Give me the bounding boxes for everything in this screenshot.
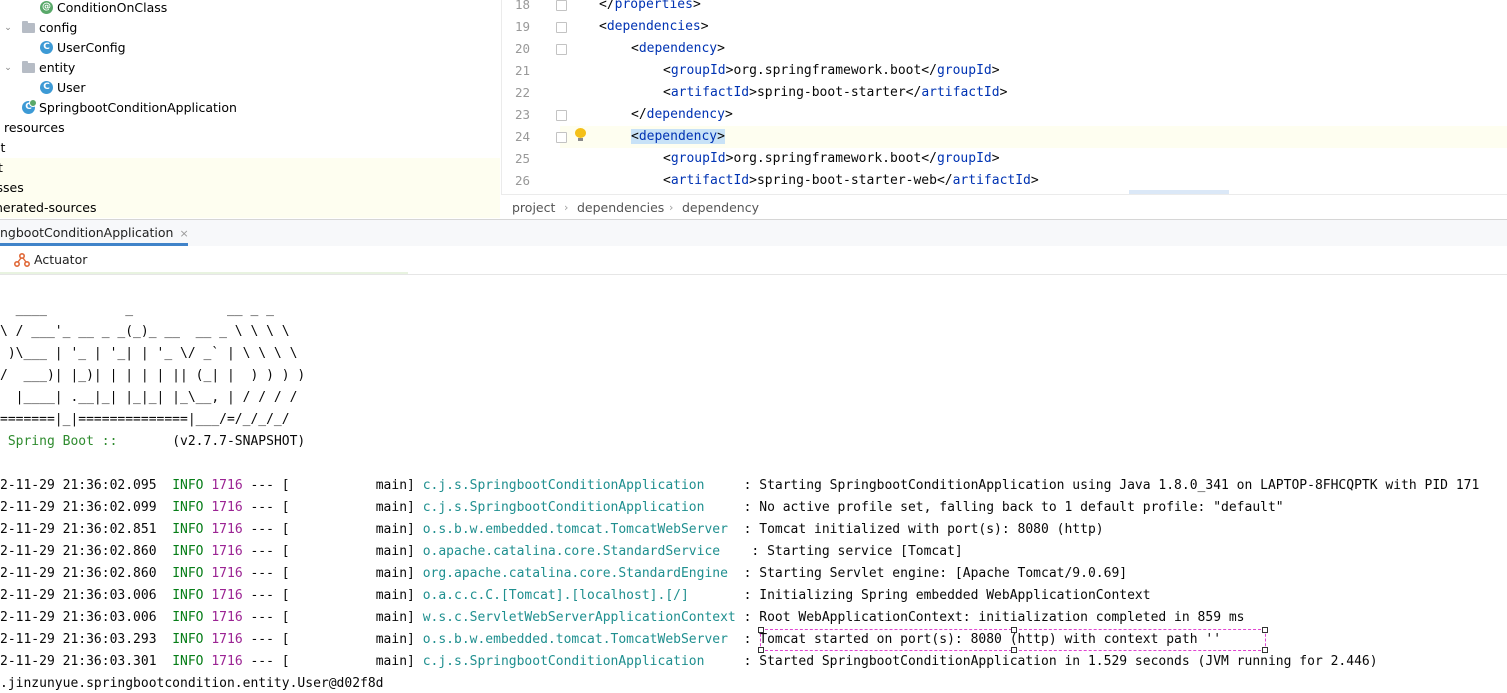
resize-handle[interactable] — [1011, 627, 1017, 633]
tree-item-user[interactable]: C User — [0, 78, 500, 98]
run-tab-label: ngbootConditionApplication — [0, 225, 174, 240]
chevron-down-icon[interactable]: ⌄ — [3, 18, 13, 38]
tree-item-label: t — [0, 160, 3, 175]
line-number: 23 — [514, 107, 530, 122]
breadcrumb: project › dependencies › dependency — [501, 194, 1507, 220]
run-tab-bar: ngbootConditionApplication × — [0, 219, 1507, 246]
selection-box[interactable] — [758, 627, 1268, 653]
code-line: </dependency> — [631, 107, 733, 122]
breadcrumb-item[interactable]: project — [512, 195, 555, 220]
log-line: 2-11-29 21:36:02.095 INFO 1716 --- [ mai… — [0, 478, 1480, 493]
folder-icon — [22, 61, 35, 73]
log-line: 2-11-29 21:36:03.006 INFO 1716 --- [ mai… — [0, 610, 1245, 625]
tree-item-test[interactable]: st — [0, 138, 500, 158]
project-tree: @ ConditionOnClass ⌄ config C UserConfig… — [0, 0, 500, 219]
tree-item-classes[interactable]: isses — [0, 178, 500, 198]
banner-line: |____| .__|_| |_|_| |_\__, | / / / / — [0, 390, 298, 405]
breadcrumb-item[interactable]: dependency — [682, 195, 759, 220]
banner-line: )\___ | '_ | '_| | '_ \/ _` | \ \ \ \ — [0, 346, 298, 361]
line-number: 22 — [514, 85, 530, 100]
tree-item-target[interactable]: t — [0, 158, 500, 178]
spring-app-icon: C — [22, 99, 37, 114]
resize-handle[interactable] — [1262, 627, 1268, 633]
tree-item-label: SpringbootConditionApplication — [39, 100, 237, 115]
resize-handle[interactable] — [1262, 647, 1268, 653]
tree-item-label: config — [39, 20, 78, 35]
code-line: <dependency> — [631, 41, 725, 56]
output-line: .jinzunyue.springbootcondition.entity.Us… — [0, 676, 384, 691]
tree-item-label: User — [57, 80, 86, 95]
resize-handle[interactable] — [758, 627, 764, 633]
line-number: 20 — [514, 41, 530, 56]
log-line: 2-11-29 21:36:02.860 INFO 1716 --- [ mai… — [0, 566, 1128, 581]
tree-item-resources[interactable]: resources — [0, 118, 500, 138]
fold-marker-icon[interactable] — [556, 110, 567, 121]
actuator-icon — [14, 253, 30, 267]
code-line: </properties> — [599, 0, 701, 12]
tree-item-label: nerated-sources — [0, 200, 97, 215]
code-line: <groupId>org.springframework.boot</group… — [663, 151, 1000, 166]
log-line: 2-11-29 21:36:02.860 INFO 1716 --- [ mai… — [0, 544, 963, 559]
tree-item-label: entity — [39, 60, 76, 75]
close-icon[interactable]: × — [179, 227, 188, 240]
fold-marker-icon[interactable] — [556, 0, 567, 11]
chevron-down-icon[interactable]: ⌄ — [3, 58, 13, 78]
code-editor[interactable]: 18 19 20 21 22 23 24 25 26 </properties>… — [501, 0, 1507, 194]
tree-item-conditiononclass[interactable]: @ ConditionOnClass — [0, 0, 500, 18]
line-number: 26 — [514, 173, 530, 188]
folder-icon — [22, 21, 35, 33]
line-number: 25 — [514, 151, 530, 166]
class-icon: C — [40, 41, 53, 54]
log-line: 2-11-29 21:36:02.851 INFO 1716 --- [ mai… — [0, 522, 1104, 537]
tree-item-springbootconditionapplication[interactable]: C SpringbootConditionApplication — [0, 98, 500, 118]
code-line-current: <dependency> — [631, 129, 725, 144]
annotation-icon: @ — [40, 1, 53, 14]
lightbulb-icon[interactable] — [575, 128, 586, 142]
tree-item-label: ConditionOnClass — [57, 0, 168, 15]
resize-handle[interactable] — [1011, 647, 1017, 653]
code-line: <dependencies> — [599, 19, 709, 34]
line-number: 19 — [514, 19, 530, 34]
code-line: <artifactId>spring-boot-starter-web</art… — [663, 173, 1039, 188]
banner-line: =======|_|==============|___/=/_/_/_/ — [0, 412, 290, 427]
run-subtab-bar: Actuator — [0, 246, 1507, 275]
tree-item-label: isses — [0, 180, 24, 195]
fold-marker-icon[interactable] — [556, 44, 567, 55]
line-number: 21 — [514, 63, 530, 78]
log-line: 2-11-29 21:36:02.099 INFO 1716 --- [ mai… — [0, 500, 1284, 515]
line-number: 24 — [514, 129, 530, 144]
tree-item-generated-sources[interactable]: nerated-sources — [0, 198, 500, 218]
resize-handle[interactable] — [758, 647, 764, 653]
tree-item-label: resources — [4, 120, 65, 135]
actuator-tab-label: Actuator — [34, 252, 88, 267]
tree-item-label: UserConfig — [57, 40, 126, 55]
chevron-right-icon: › — [669, 201, 674, 214]
tree-item-entity[interactable]: ⌄ entity — [0, 58, 500, 78]
spring-boot-version-line: Spring Boot :: (v2.7.7-SNAPSHOT) — [0, 434, 306, 449]
tree-item-userconfig[interactable]: C UserConfig — [0, 38, 500, 58]
tree-item-label: st — [0, 140, 6, 155]
log-line: 2-11-29 21:36:03.301 INFO 1716 --- [ mai… — [0, 654, 1378, 669]
banner-line: \ / ___'_ __ _ _(_)_ __ __ _ \ \ \ \ — [0, 324, 290, 339]
tree-item-config[interactable]: ⌄ config — [0, 18, 500, 38]
console-output[interactable]: ____ _ __ _ _ \ / ___'_ __ _ _(_)_ __ __… — [0, 275, 1507, 693]
code-line: <artifactId>spring-boot-starter</artifac… — [663, 85, 1008, 100]
chevron-right-icon: › — [564, 201, 569, 214]
line-number: 18 — [514, 0, 530, 12]
class-icon: C — [40, 81, 53, 94]
log-line: 2-11-29 21:36:03.006 INFO 1716 --- [ mai… — [0, 588, 1151, 603]
subtab-indicator — [0, 272, 408, 274]
code-line: <groupId>org.springframework.boot</group… — [663, 63, 1000, 78]
banner-line: ____ _ __ _ _ — [0, 302, 274, 317]
fold-marker-icon[interactable] — [556, 22, 567, 33]
fold-marker-icon[interactable] — [556, 132, 567, 143]
breadcrumb-item[interactable]: dependencies — [577, 195, 664, 220]
banner-line: / ___)| |_)| | | | | || (_| | ) ) ) ) — [0, 368, 306, 383]
